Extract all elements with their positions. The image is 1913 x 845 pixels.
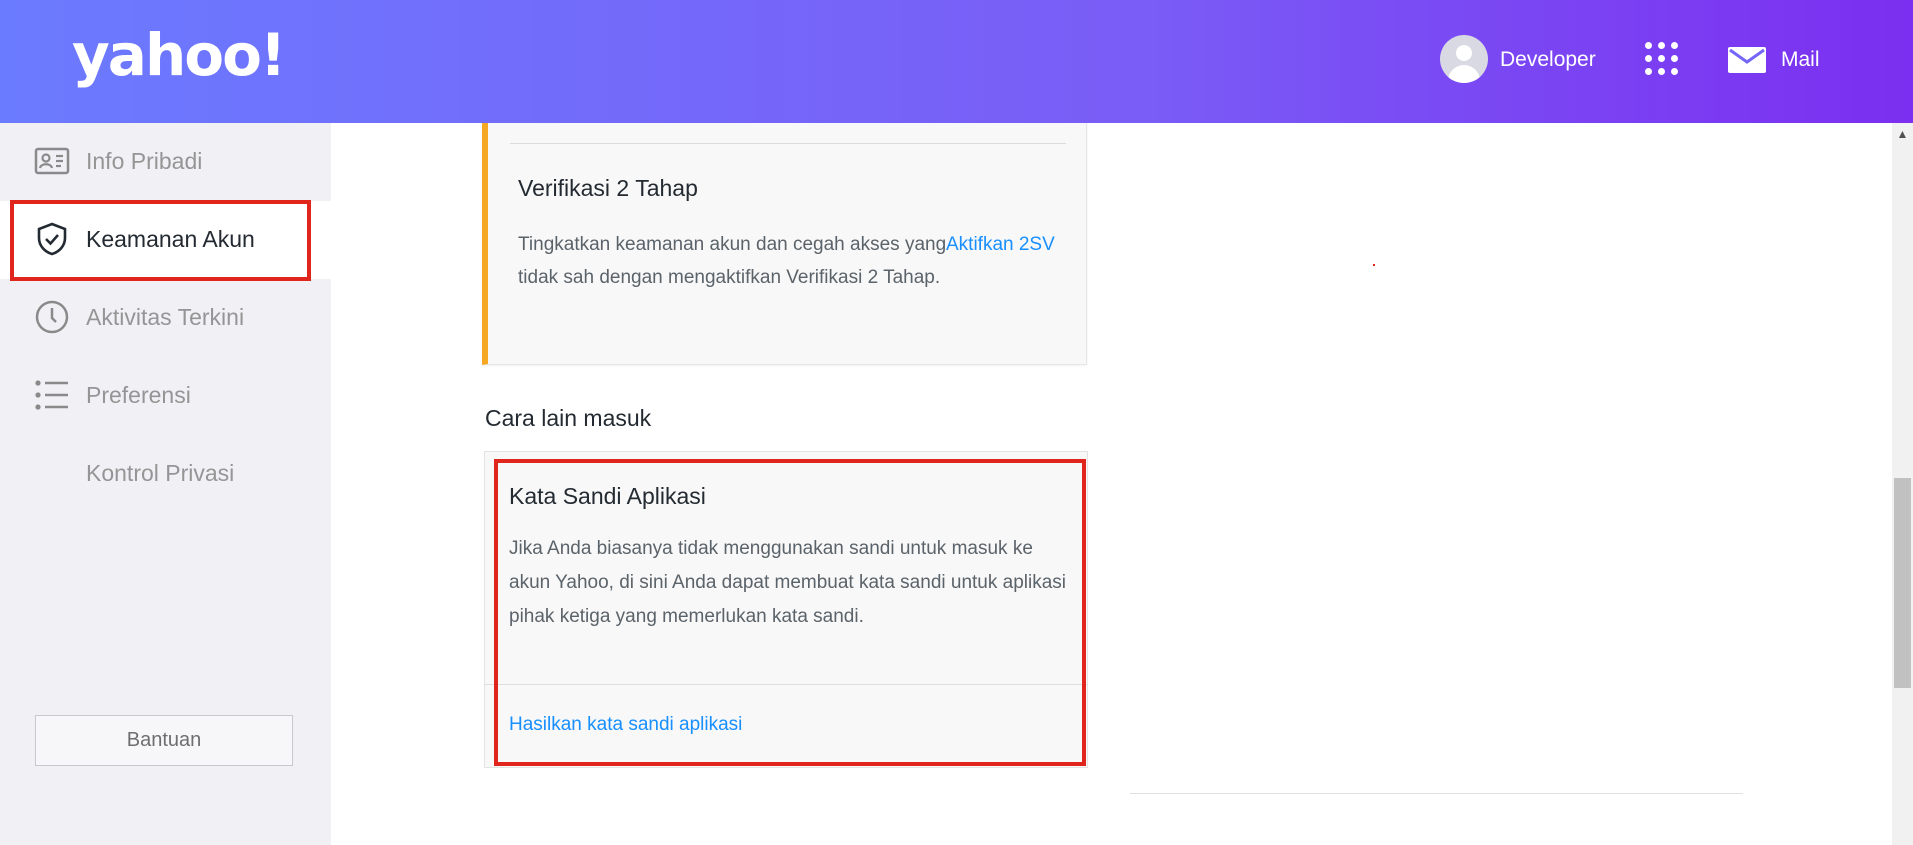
right-divider — [1130, 793, 1743, 794]
help-button[interactable]: Bantuan — [35, 715, 293, 766]
list-icon — [35, 380, 68, 410]
clock-icon — [35, 300, 69, 334]
scroll-up-arrow-icon[interactable]: ▲ — [1892, 127, 1913, 141]
sidebar-item-label: Preferensi — [86, 382, 191, 408]
card-divider — [510, 143, 1066, 144]
enable-2sv-link[interactable]: Aktifkan 2SV — [946, 228, 1055, 261]
sidebar-item-info-pribadi[interactable]: Info Pribadi — [0, 123, 331, 201]
sidebar-item-label: Aktivitas Terkini — [86, 304, 245, 330]
vertical-scrollbar[interactable]: ▲ — [1892, 123, 1913, 845]
user-avatar[interactable] — [1440, 35, 1488, 83]
mail-link[interactable]: Mail — [1781, 48, 1820, 72]
yahoo-logo[interactable]: yahoo! — [72, 26, 286, 84]
highlight-frame-app-password — [494, 459, 1086, 766]
avatar-body-shape — [1448, 65, 1480, 83]
mail-icon[interactable] — [1728, 47, 1766, 73]
sidebar-item-label: Kontrol Privasi — [86, 460, 235, 486]
highlight-frame-sidebar — [10, 200, 311, 281]
avatar-head-shape — [1456, 45, 1472, 61]
top-header: yahoo! Developer Mail — [0, 0, 1913, 123]
sidebar-item-preferensi[interactable]: Preferensi — [0, 357, 331, 435]
two-step-description: Tingkatkan keamanan akun dan cegah akses… — [518, 234, 947, 288]
section-title-other-signin: Cara lain masuk — [485, 405, 652, 431]
id-card-icon — [34, 147, 70, 175]
apps-grid-icon[interactable] — [1645, 42, 1679, 76]
sidebar-item-label: Info Pribadi — [86, 148, 203, 174]
two-step-card: Verifikasi 2 Tahap Tingkatkan keamanan a… — [482, 123, 1087, 365]
user-name[interactable]: Developer — [1500, 48, 1596, 72]
scroll-thumb[interactable] — [1894, 478, 1911, 688]
sidebar-item-kontrol-privasi[interactable]: Kontrol Privasi — [0, 435, 331, 513]
stray-dot — [1373, 264, 1375, 266]
sidebar-item-aktivitas-terkini[interactable]: Aktivitas Terkini — [0, 279, 331, 357]
two-step-title: Verifikasi 2 Tahap — [518, 175, 698, 201]
